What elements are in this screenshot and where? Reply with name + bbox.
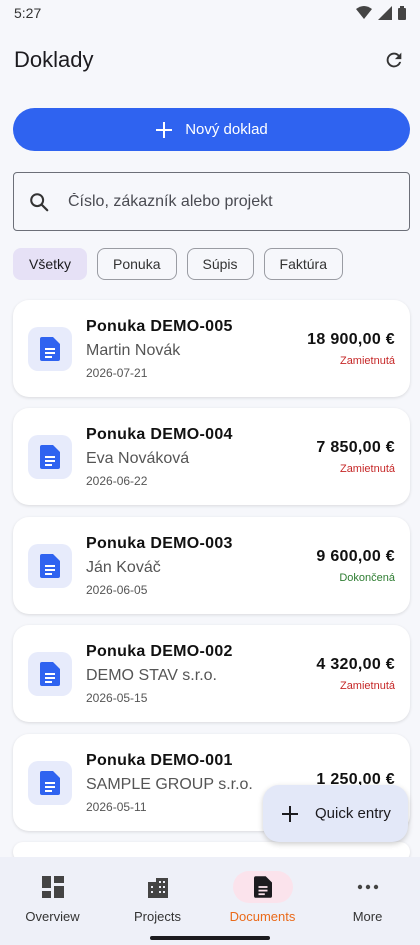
- document-amount: 4 320,00 €: [316, 655, 395, 673]
- document-card[interactable]: Ponuka DEMO-002 DEMO STAV s.r.o. 2026-05…: [13, 625, 410, 722]
- document-title: Ponuka DEMO-005: [86, 317, 233, 335]
- document-status: Dokončená: [339, 571, 395, 584]
- more-icon: [338, 871, 398, 903]
- document-status: Zamietnutá: [339, 679, 395, 692]
- document-amount-block: 18 900,00 € Zamietnutá: [307, 331, 395, 367]
- plus-icon: [282, 805, 298, 822]
- search-input[interactable]: [68, 192, 368, 211]
- document-title: Ponuka DEMO-003: [86, 534, 233, 552]
- refresh-icon: [386, 52, 402, 68]
- dashboard-icon: [23, 871, 83, 903]
- new-document-label: Nový doklad: [185, 121, 268, 138]
- document-customer: DEMO STAV s.r.o.: [86, 666, 217, 684]
- document-icon: [28, 651, 72, 696]
- nav-item-projects[interactable]: Projects: [105, 857, 210, 945]
- search-icon: [30, 192, 49, 211]
- new-document-button[interactable]: Nový doklad: [13, 108, 410, 151]
- nav-label: Projects: [134, 909, 181, 924]
- document-icon: [232, 871, 293, 903]
- status-icons: [356, 6, 406, 20]
- refresh-button[interactable]: [380, 46, 408, 74]
- nav-item-more[interactable]: More: [315, 857, 420, 945]
- wifi-icon: [356, 6, 372, 19]
- nav-label: Documents: [229, 909, 296, 924]
- filter-chip-label: Ponuka: [113, 256, 161, 272]
- quick-entry-label: Quick entry: [315, 805, 391, 822]
- battery-icon: [398, 6, 406, 20]
- filter-chip-inventory[interactable]: Súpis: [186, 248, 254, 280]
- document-info: Ponuka DEMO-005 Martin Novák 2026-07-21: [86, 318, 307, 380]
- nav-label: Overview: [25, 909, 80, 924]
- document-title: Ponuka DEMO-002: [86, 642, 233, 660]
- nav-item-documents[interactable]: Documents: [210, 857, 315, 945]
- document-title: Ponuka DEMO-001: [86, 751, 233, 769]
- plus-icon: [156, 121, 173, 138]
- document-card[interactable]: Ponuka DEMO-005 Martin Novák 2026-07-21 …: [13, 300, 410, 397]
- document-amount-block: 7 850,00 € Zamietnutá: [316, 439, 395, 475]
- document-icon: [28, 760, 72, 805]
- document-customer: Ján Kováč: [86, 558, 161, 576]
- document-amount-block: 9 600,00 € Dokončená: [316, 548, 395, 584]
- quick-entry-button[interactable]: Quick entry: [263, 785, 408, 842]
- document-card[interactable]: Ponuka DEMO-004 Eva Nováková 2026-06-22 …: [13, 408, 410, 505]
- signal-icon: [378, 6, 392, 20]
- app-bar: Doklady: [0, 40, 420, 80]
- filter-chip-label: Súpis: [202, 256, 238, 272]
- search-field[interactable]: [13, 172, 410, 231]
- page-title: Doklady: [14, 47, 94, 72]
- filter-chip-offer[interactable]: Ponuka: [97, 248, 177, 280]
- document-amount: 18 900,00 €: [307, 330, 395, 348]
- document-date: 2026-06-22: [86, 473, 148, 488]
- document-status: Zamietnutá: [339, 462, 395, 475]
- document-date: 2026-06-05: [86, 582, 148, 597]
- status-bar: 5:27: [0, 0, 420, 26]
- document-icon: [28, 434, 72, 479]
- filter-chip-invoice[interactable]: Faktúra: [263, 248, 343, 280]
- document-status: Zamietnutá: [339, 354, 395, 367]
- document-card[interactable]: Ponuka DEMO-003 Ján Kováč 2026-06-05 9 6…: [13, 517, 410, 614]
- filter-chip-label: Všetky: [29, 256, 72, 272]
- document-amount: 7 850,00 €: [316, 438, 395, 456]
- home-indicator: [150, 936, 270, 940]
- document-amount-block: 4 320,00 € Zamietnutá: [316, 656, 395, 692]
- document-date: 2026-07-21: [86, 365, 148, 380]
- document-customer: Martin Novák: [86, 341, 181, 359]
- document-title: Ponuka DEMO-004: [86, 425, 233, 443]
- nav-item-overview[interactable]: Overview: [0, 857, 105, 945]
- filter-chips: Všetky Ponuka Súpis Faktúra: [13, 248, 343, 280]
- filter-chip-label: Faktúra: [279, 256, 327, 272]
- document-date: 2026-05-15: [86, 690, 148, 705]
- document-icon: [28, 543, 72, 588]
- document-info: Ponuka DEMO-004 Eva Nováková 2026-06-22: [86, 426, 316, 488]
- document-info: Ponuka DEMO-002 DEMO STAV s.r.o. 2026-05…: [86, 643, 316, 705]
- document-info: Ponuka DEMO-003 Ján Kováč 2026-06-05: [86, 535, 316, 597]
- document-customer: Eva Nováková: [86, 449, 190, 467]
- building-icon: [128, 871, 188, 903]
- filter-chip-all[interactable]: Všetky: [13, 248, 88, 280]
- document-amount: 9 600,00 €: [316, 547, 395, 565]
- bottom-nav: Overview Projects Documents More: [0, 857, 420, 945]
- document-icon: [28, 326, 72, 371]
- nav-label: More: [352, 909, 383, 924]
- status-time: 5:27: [14, 5, 42, 21]
